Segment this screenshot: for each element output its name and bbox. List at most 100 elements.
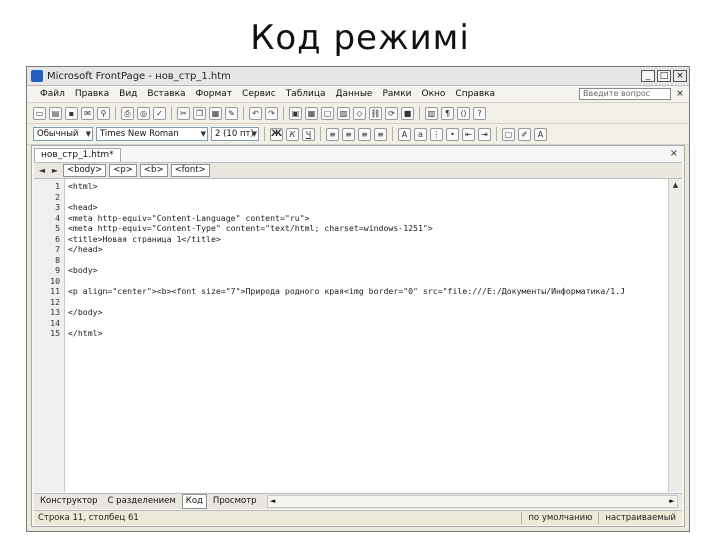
code-text[interactable]: </body> bbox=[68, 307, 103, 318]
tag-back-icon[interactable]: ◄ bbox=[37, 166, 47, 175]
vertical-scrollbar[interactable]: ▲ bbox=[668, 179, 682, 492]
code-text[interactable]: </html> bbox=[68, 328, 103, 339]
preview-icon[interactable]: ◎ bbox=[137, 106, 150, 120]
code-text[interactable]: <meta http-equiv="Content-Language" cont… bbox=[68, 213, 310, 224]
print-icon[interactable]: ⎙ bbox=[121, 106, 134, 120]
code-text[interactable]: <head> bbox=[68, 202, 98, 213]
horizontal-scrollbar[interactable]: ◄ ► bbox=[266, 495, 678, 508]
menu-help[interactable]: Справка bbox=[450, 89, 500, 99]
code-line[interactable]: 11 <p align="center"><b><font size="7">Пр… bbox=[34, 286, 668, 297]
tab-preview[interactable]: Просмотр bbox=[209, 494, 261, 509]
align-right-icon[interactable]: ≡ bbox=[358, 127, 371, 141]
justify-icon[interactable]: ≡ bbox=[374, 127, 387, 141]
paste-icon[interactable]: ▦ bbox=[209, 106, 222, 120]
code-line[interactable]: 10 bbox=[34, 276, 668, 287]
drawing-icon[interactable]: ◇ bbox=[353, 106, 366, 120]
close-button[interactable]: × bbox=[673, 70, 687, 82]
scroll-left-icon[interactable]: ◄ bbox=[268, 496, 278, 507]
new-page-icon[interactable]: ▭ bbox=[33, 106, 46, 120]
minimize-button[interactable]: _ bbox=[641, 70, 655, 82]
menu-window[interactable]: Окно bbox=[417, 89, 451, 99]
cut-icon[interactable]: ✂ bbox=[177, 106, 190, 120]
code-line[interactable]: 2 bbox=[34, 192, 668, 203]
insert-picture-icon[interactable]: ▨ bbox=[337, 106, 350, 120]
code-line[interactable]: 15 </html> bbox=[34, 328, 668, 339]
scroll-up-icon[interactable]: ▲ bbox=[669, 179, 682, 191]
folder-list-icon[interactable]: ▥ bbox=[425, 106, 438, 120]
tab-design[interactable]: Конструктор bbox=[36, 494, 102, 509]
underline-icon[interactable]: Ч bbox=[302, 127, 315, 141]
italic-icon[interactable]: К bbox=[286, 127, 299, 141]
menu-table[interactable]: Таблица bbox=[281, 89, 331, 99]
code-line[interactable]: 3 <head> bbox=[34, 202, 668, 213]
help-question-input[interactable]: Введите вопрос bbox=[579, 88, 671, 100]
increase-indent-icon[interactable]: ⇥ bbox=[478, 127, 491, 141]
help-icon[interactable]: ? bbox=[473, 106, 486, 120]
document-tab[interactable]: нов_стр_1.htm* bbox=[34, 148, 121, 162]
copy-icon[interactable]: ❐ bbox=[193, 106, 206, 120]
code-line[interactable]: 1 <html> bbox=[34, 181, 668, 192]
tag-font[interactable]: <font> bbox=[170, 164, 210, 177]
code-line[interactable]: 8 bbox=[34, 255, 668, 266]
code-line[interactable]: 6 <title>Новая страница 1</title> bbox=[34, 234, 668, 245]
search-icon[interactable]: ⚲ bbox=[97, 106, 110, 120]
code-icon[interactable]: ⟨⟩ bbox=[457, 106, 470, 120]
code-editor[interactable]: 1 <html> 2 3 <head> 4 <meta http-equiv="Conten… bbox=[34, 179, 668, 492]
increase-font-icon[interactable]: A bbox=[398, 127, 411, 141]
code-line[interactable]: 12 bbox=[34, 297, 668, 308]
font-color-icon[interactable]: A bbox=[534, 127, 547, 141]
menu-tools[interactable]: Сервис bbox=[237, 89, 281, 99]
code-text[interactable]: <meta http-equiv="Content-Type" content=… bbox=[68, 223, 433, 234]
format-painter-icon[interactable]: ✎ bbox=[225, 106, 238, 120]
spelling-icon[interactable]: ✓ bbox=[153, 106, 166, 120]
code-line[interactable]: 14 bbox=[34, 318, 668, 329]
tab-split[interactable]: С разделением bbox=[104, 494, 180, 509]
undo-icon[interactable]: ↶ bbox=[249, 106, 262, 120]
code-line[interactable]: 4 <meta http-equiv="Content-Language" con… bbox=[34, 213, 668, 224]
decrease-indent-icon[interactable]: ⇤ bbox=[462, 127, 475, 141]
insert-component-icon[interactable]: ▣ bbox=[289, 106, 302, 120]
menu-file[interactable]: Файл bbox=[35, 89, 70, 99]
scroll-right-icon[interactable]: ► bbox=[667, 496, 677, 507]
code-text[interactable]: <title>Новая страница 1</title> bbox=[68, 234, 221, 245]
bold-icon[interactable]: Ж bbox=[270, 127, 283, 141]
highlight-icon[interactable]: ✐ bbox=[518, 127, 531, 141]
style-select[interactable]: Обычный ▼ bbox=[33, 127, 93, 141]
hyperlink-icon[interactable]: ⛓ bbox=[369, 106, 382, 120]
menu-edit[interactable]: Правка bbox=[70, 89, 114, 99]
stop-icon[interactable]: ■ bbox=[401, 106, 414, 120]
bullets-icon[interactable]: • bbox=[446, 127, 459, 141]
tag-forward-icon[interactable]: ► bbox=[50, 166, 60, 175]
borders-icon[interactable]: ▢ bbox=[502, 127, 515, 141]
refresh-icon[interactable]: ⟳ bbox=[385, 106, 398, 120]
font-size-select[interactable]: 2 (10 пт) ▼ bbox=[211, 127, 259, 141]
code-text[interactable]: <p align="center"><b><font size="7">Прир… bbox=[68, 286, 625, 297]
insert-table-icon[interactable]: ▦ bbox=[305, 106, 318, 120]
code-text[interactable]: <html> bbox=[68, 181, 98, 192]
tag-body[interactable]: <body> bbox=[63, 164, 107, 177]
close-document-icon[interactable]: × bbox=[670, 148, 678, 159]
tag-b[interactable]: <b> bbox=[139, 164, 168, 177]
code-line[interactable]: 5 <meta http-equiv="Content-Type" content… bbox=[34, 223, 668, 234]
document-close-icon[interactable]: × bbox=[675, 89, 685, 99]
align-center-icon[interactable]: ≡ bbox=[342, 127, 355, 141]
menu-frames[interactable]: Рамки bbox=[377, 89, 416, 99]
tab-code[interactable]: Код bbox=[181, 494, 207, 509]
code-line[interactable]: 9 <body> bbox=[34, 265, 668, 276]
menu-format[interactable]: Формат bbox=[191, 89, 238, 99]
mail-icon[interactable]: ✉ bbox=[81, 106, 94, 120]
maximize-button[interactable]: □ bbox=[657, 70, 671, 82]
redo-icon[interactable]: ↷ bbox=[265, 106, 278, 120]
tag-p[interactable]: <p> bbox=[109, 164, 137, 177]
code-text[interactable]: </head> bbox=[68, 244, 103, 255]
open-icon[interactable]: ▤ bbox=[49, 106, 62, 120]
code-text[interactable]: <body> bbox=[68, 265, 98, 276]
save-icon[interactable]: ▪ bbox=[65, 106, 78, 120]
font-select[interactable]: Times New Roman ▼ bbox=[96, 127, 208, 141]
show-formatting-icon[interactable]: ¶ bbox=[441, 106, 454, 120]
code-line[interactable]: 7 </head> bbox=[34, 244, 668, 255]
status-custom[interactable]: настраиваемый bbox=[598, 512, 682, 524]
insert-layer-icon[interactable]: ▢ bbox=[321, 106, 334, 120]
menu-insert[interactable]: Вставка bbox=[142, 89, 190, 99]
decrease-font-icon[interactable]: a bbox=[414, 127, 427, 141]
